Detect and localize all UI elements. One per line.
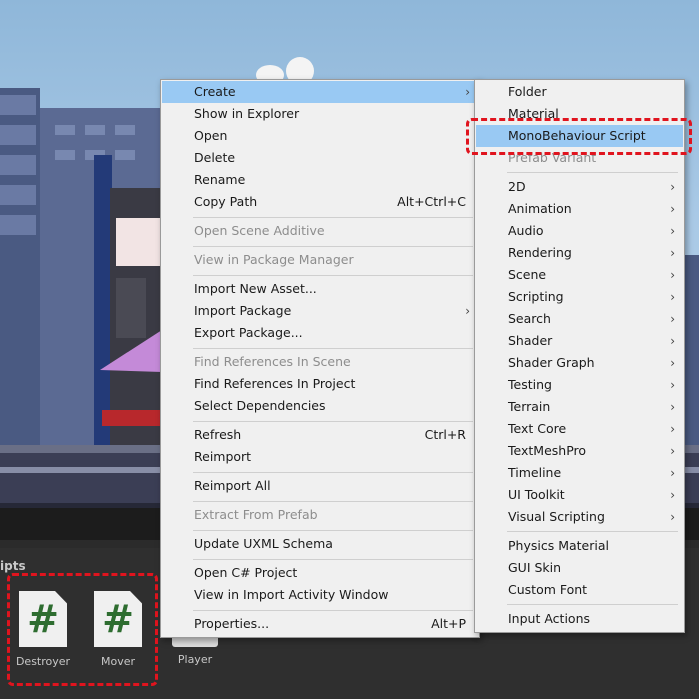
menu-separator <box>193 246 473 247</box>
menu-item-delete[interactable]: Delete <box>162 147 478 169</box>
menu-item-open-scene-additive: Open Scene Additive <box>194 223 325 238</box>
submenu-item-terrain[interactable]: Terrain › <box>476 396 683 418</box>
submenu-item-input-actions[interactable]: Input Actions <box>476 608 683 630</box>
bench <box>102 410 162 426</box>
submenu-item-custom-font[interactable]: Custom Font <box>476 579 683 601</box>
submenu-item-scripting[interactable]: Scripting › <box>476 286 683 308</box>
chevron-right-icon: › <box>465 304 470 318</box>
menu-item-find-references-in-scene: Find References In Scene <box>194 354 351 369</box>
submenu-item-testing[interactable]: Testing › <box>476 374 683 396</box>
chevron-right-icon: › <box>670 290 675 304</box>
chevron-right-icon: › <box>670 202 675 216</box>
menu-separator <box>193 421 473 422</box>
menu-item-properties[interactable]: Properties... Alt+P <box>162 613 478 635</box>
shop-pillar <box>94 155 112 445</box>
submenu-item-text-core[interactable]: Text Core › <box>476 418 683 440</box>
menu-item-create[interactable]: Create › <box>162 81 478 103</box>
annotation-box-monobehaviour <box>466 118 692 155</box>
submenu-item-folder[interactable]: Folder <box>476 81 683 103</box>
menu-item-reimport-all[interactable]: Reimport All <box>162 475 478 497</box>
shortcut-label: Alt+Ctrl+C <box>397 194 466 209</box>
menu-separator <box>193 610 473 611</box>
menu-item-open[interactable]: Open <box>162 125 478 147</box>
menu-item-rename[interactable]: Rename <box>162 169 478 191</box>
asset-player[interactable]: Player <box>159 645 231 666</box>
chevron-right-icon: › <box>670 400 675 414</box>
shortcut-label: Alt+P <box>431 616 466 631</box>
menu-item-copy-path[interactable]: Copy Path Alt+Ctrl+C <box>162 191 478 213</box>
menu-item-extract-from-prefab: Extract From Prefab <box>194 507 318 522</box>
menu-separator <box>193 501 473 502</box>
submenu-item-rendering[interactable]: Rendering › <box>476 242 683 264</box>
menu-item-refresh[interactable]: Refresh Ctrl+R <box>162 424 478 446</box>
menu-item-export-package[interactable]: Export Package... <box>162 322 478 344</box>
submenu-item-animation[interactable]: Animation › <box>476 198 683 220</box>
chevron-right-icon: › <box>670 422 675 436</box>
menu-item-reimport[interactable]: Reimport <box>162 446 478 468</box>
menu-separator <box>193 530 473 531</box>
menu-item-show-in-explorer[interactable]: Show in Explorer <box>162 103 478 125</box>
submenu-item-shader-graph[interactable]: Shader Graph › <box>476 352 683 374</box>
submenu-item-gui-skin[interactable]: GUI Skin <box>476 557 683 579</box>
menu-separator <box>193 559 473 560</box>
submenu-item-scene[interactable]: Scene › <box>476 264 683 286</box>
submenu-item-audio[interactable]: Audio › <box>476 220 683 242</box>
chevron-right-icon: › <box>670 488 675 502</box>
menu-separator <box>193 348 473 349</box>
submenu-item-ui-toolkit[interactable]: UI Toolkit › <box>476 484 683 506</box>
submenu-item-visual-scripting[interactable]: Visual Scripting › <box>476 506 683 528</box>
chevron-right-icon: › <box>670 466 675 480</box>
asset-name: Player <box>177 653 213 666</box>
menu-item-open-csharp-project[interactable]: Open C# Project <box>162 562 478 584</box>
menu-separator <box>193 275 473 276</box>
submenu-item-physics-material[interactable]: Physics Material <box>476 535 683 557</box>
menu-item-find-references-in-project[interactable]: Find References In Project <box>162 373 478 395</box>
chevron-right-icon: › <box>670 378 675 392</box>
chevron-right-icon: › <box>670 510 675 524</box>
menu-item-import-new-asset[interactable]: Import New Asset... <box>162 278 478 300</box>
chevron-right-icon: › <box>670 312 675 326</box>
submenu-item-search[interactable]: Search › <box>476 308 683 330</box>
menu-item-view-in-import-activity-window[interactable]: View in Import Activity Window <box>162 584 478 606</box>
chevron-right-icon: › <box>670 356 675 370</box>
chevron-right-icon: › <box>670 246 675 260</box>
menu-separator <box>193 472 473 473</box>
submenu-item-2d[interactable]: 2D › <box>476 176 683 198</box>
create-submenu: Folder Material MonoBehaviour Script Pre… <box>474 79 685 633</box>
chevron-right-icon: › <box>465 85 470 99</box>
chevron-right-icon: › <box>670 268 675 282</box>
folder-label: ipts <box>0 559 26 573</box>
submenu-item-timeline[interactable]: Timeline › <box>476 462 683 484</box>
menu-separator <box>193 217 473 218</box>
shortcut-label: Ctrl+R <box>424 427 466 442</box>
chevron-right-icon: › <box>670 224 675 238</box>
annotation-box-scripts <box>7 573 158 686</box>
chevron-right-icon: › <box>670 334 675 348</box>
menu-item-select-dependencies[interactable]: Select Dependencies <box>162 395 478 417</box>
submenu-item-shader[interactable]: Shader › <box>476 330 683 352</box>
submenu-item-textmeshpro[interactable]: TextMeshPro › <box>476 440 683 462</box>
menu-separator <box>507 604 678 605</box>
menu-item-view-in-package-manager: View in Package Manager <box>194 252 354 267</box>
menu-item-update-uxml-schema[interactable]: Update UXML Schema <box>162 533 478 555</box>
chevron-right-icon: › <box>670 444 675 458</box>
menu-separator <box>507 531 678 532</box>
chevron-right-icon: › <box>670 180 675 194</box>
menu-item-import-package[interactable]: Import Package › <box>162 300 478 322</box>
menu-separator <box>507 172 678 173</box>
context-menu: Create › Show in Explorer Open Delete Ren… <box>160 79 480 638</box>
